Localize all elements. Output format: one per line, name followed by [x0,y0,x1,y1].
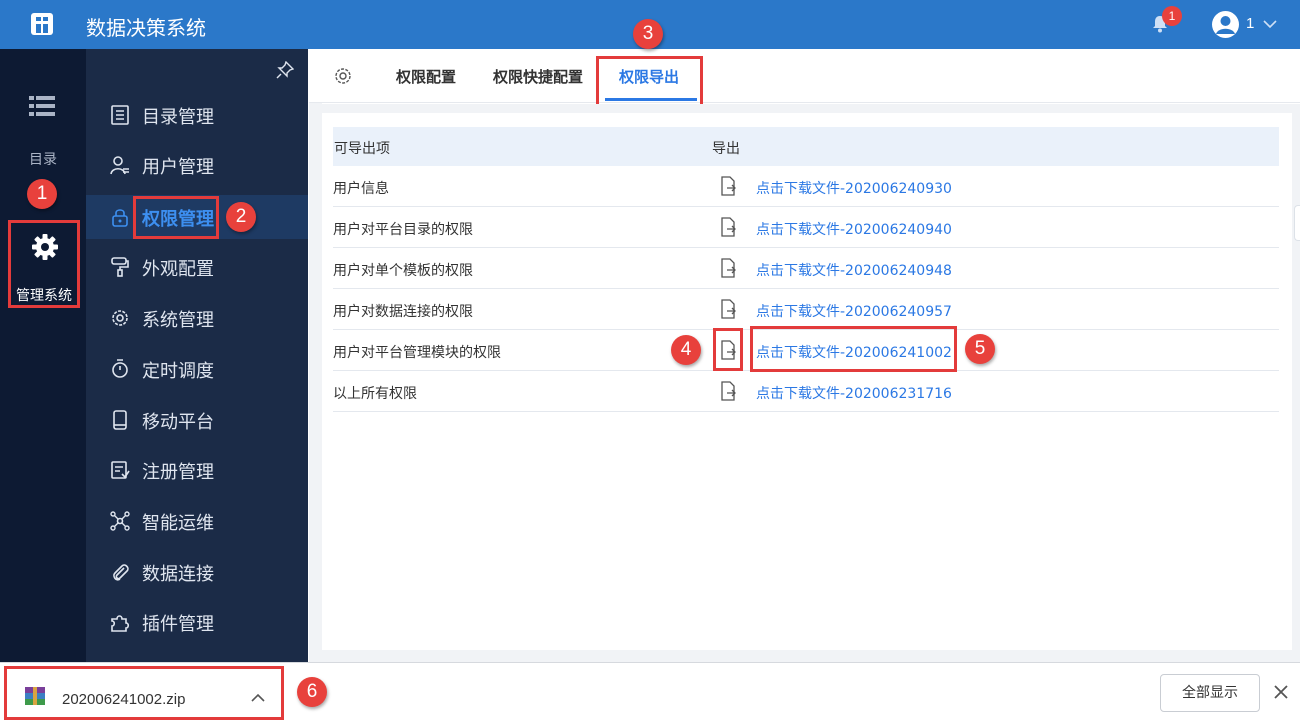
download-link[interactable]: 点击下载文件-202006231716 [756,383,952,403]
sidebar-item-system[interactable]: 系统管理 [86,296,308,340]
download-link[interactable]: 点击下载文件-202006240948 [756,260,952,280]
sidebar-item-label: 注册管理 [142,462,214,483]
gear-icon [32,234,58,260]
user-avatar-icon [1216,16,1235,34]
app-title: 数据决策系统 [86,16,206,40]
table-row: 用户信息 点击下载文件-202006240930 [333,166,1279,207]
sidebar-item-label: 用户管理 [142,157,214,178]
callout-1: 1 [27,179,57,209]
row-name: 以上所有权限 [333,386,417,402]
register-icon [111,461,130,479]
chevron-down-icon[interactable] [1262,16,1278,32]
header-export: 导出 [712,141,740,157]
sidebar-item-ops[interactable]: 智能运维 [86,499,308,543]
paint-roller-icon [111,257,129,277]
sidebar-item-appearance[interactable]: 外观配置 [86,245,308,289]
sidebar-item-label: 移动平台 [142,412,214,433]
row-name: 用户对平台目录的权限 [333,222,473,238]
rail-manage-label: 管理系统 [16,288,72,304]
rail-manage-system[interactable]: 管理系统 [8,220,80,308]
sidebar-item-label: 外观配置 [142,259,214,280]
export-file-icon[interactable] [719,258,737,278]
puzzle-icon [111,615,130,632]
sidebar-item-label: 数据连接 [142,564,214,585]
highlight-export-icon [713,328,743,371]
callout-6: 6 [297,677,327,707]
download-link[interactable]: 点击下载文件-202006240957 [756,301,952,321]
sidebar-item-catalog[interactable]: 目录管理 [86,93,308,137]
table-header [333,127,1279,166]
download-link[interactable]: 点击下载文件-202006240940 [756,219,952,239]
network-icon [110,511,130,531]
panel-expand-handle[interactable] [1294,205,1300,241]
sidebar-item-label: 智能运维 [142,513,214,534]
callout-3: 3 [633,19,663,49]
chevron-up-icon[interactable] [251,693,265,703]
callout-4: 4 [671,335,701,365]
paperclip-icon [113,564,129,581]
download-bar: 202006241002.zip 全部显示 [0,662,1300,720]
sidebar-item-mobile[interactable]: 移动平台 [86,398,308,442]
table-row: 用户对单个模板的权限 点击下载文件-202006240948 [333,248,1279,289]
highlight-export-tab [596,56,703,107]
table-row: 以上所有权限 点击下载文件-202006231716 [333,371,1279,412]
header-exportable-items: 可导出项 [334,141,390,157]
sidebar-item-register[interactable]: 注册管理 [86,448,308,492]
download-link[interactable]: 点击下载文件-202006240930 [756,178,952,198]
sidebar-item-label: 目录管理 [142,107,214,128]
settings-gear-icon[interactable] [333,66,353,86]
download-item[interactable]: 202006241002.zip [4,666,284,720]
sidebar-item-dataconn[interactable]: 数据连接 [86,550,308,594]
mobile-icon [113,410,127,430]
highlight-download-link [750,326,957,372]
timer-icon [112,359,128,378]
tab-permission-quick-config[interactable]: 权限快捷配置 [493,66,583,87]
export-file-icon[interactable] [719,299,737,319]
close-icon[interactable] [1272,683,1290,701]
pin-icon[interactable] [276,61,294,79]
tab-bar: 权限配置 权限快捷配置 权限导出 [309,49,1300,103]
export-file-icon[interactable] [719,381,737,401]
sidebar-item-label: 定时调度 [142,361,214,382]
highlight-permissions [133,196,219,239]
user-avatar[interactable] [1212,11,1239,38]
sidebar-item-label: 系统管理 [142,310,214,331]
export-file-icon[interactable] [719,217,737,237]
user-icon [110,156,129,175]
app-logo-icon [31,13,53,35]
nav-rail: 目录 管理系统 [0,49,86,662]
export-file-icon[interactable] [719,176,737,196]
sidebar-item-plugins[interactable]: 插件管理 [86,600,308,644]
rail-catalog-label[interactable]: 目录 [0,149,86,169]
download-file-name: 202006241002.zip [62,691,186,708]
sidebar-item-users[interactable]: 用户管理 [86,143,308,187]
user-name[interactable]: 1 [1246,15,1254,32]
list-doc-icon [111,105,129,125]
sidebar: 目录管理 用户管理 权限管理 外观配置 系统管理 定时调度 移动平台 注册管理 … [86,49,308,662]
row-name: 用户对单个模板的权限 [333,263,473,279]
lock-icon [112,209,128,227]
sidebar-item-schedule[interactable]: 定时调度 [86,347,308,391]
table-row: 用户对平台目录的权限 点击下载文件-202006240940 [333,207,1279,248]
catalog-list-icon[interactable] [29,95,55,117]
row-name: 用户对平台管理模块的权限 [333,345,501,361]
zip-archive-icon [25,687,45,705]
table-row: 用户对数据连接的权限 点击下载文件-202006240957 [333,289,1279,330]
callout-5: 5 [965,334,995,364]
row-name: 用户信息 [333,181,389,197]
tab-permission-config[interactable]: 权限配置 [396,66,456,87]
row-name: 用户对数据连接的权限 [333,304,473,320]
sidebar-item-label: 插件管理 [142,614,214,635]
gear-icon [112,310,128,326]
show-all-button[interactable]: 全部显示 [1160,674,1260,712]
callout-2: 2 [226,202,256,232]
notification-badge: 1 [1162,6,1182,26]
